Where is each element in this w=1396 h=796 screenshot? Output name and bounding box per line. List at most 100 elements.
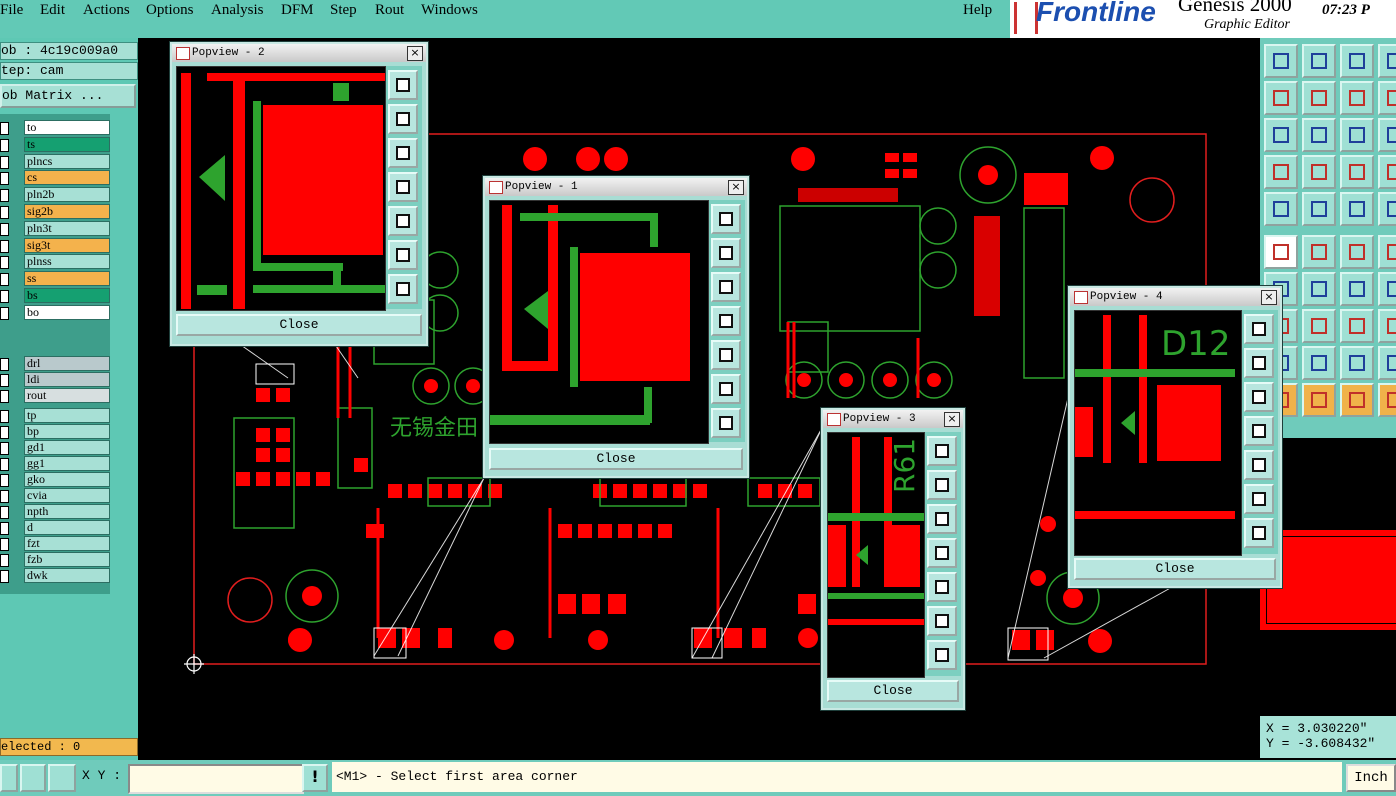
dimension-icon[interactable] [1340, 309, 1374, 343]
zoom-in-icon[interactable] [1244, 314, 1274, 344]
diagonal-icon[interactable] [1302, 272, 1336, 306]
layer-checkbox[interactable] [0, 554, 9, 567]
window-menu-icon[interactable] [827, 413, 841, 426]
layer-item-fzt[interactable]: fzt [24, 536, 110, 551]
pan-up-icon[interactable] [927, 470, 957, 500]
layer-checkbox[interactable] [0, 426, 9, 439]
pan-left-icon[interactable] [711, 306, 741, 336]
pointer-box-icon[interactable] [1378, 383, 1396, 417]
zoom-out-icon[interactable] [927, 606, 957, 636]
layer-checkbox[interactable] [0, 506, 9, 519]
menu-edit[interactable]: Edit [40, 2, 65, 19]
pan-right-icon[interactable] [388, 206, 418, 236]
pan-left-icon[interactable] [927, 538, 957, 568]
layer-item-dwk[interactable]: dwk [24, 568, 110, 583]
measure-tool-icon[interactable] [20, 764, 46, 792]
fit-view-icon[interactable] [711, 408, 741, 438]
layer-checkbox[interactable] [0, 474, 9, 487]
popview-close-button[interactable]: Close [489, 448, 743, 470]
ruler-icon[interactable] [1340, 192, 1374, 226]
layer-checkbox[interactable] [0, 490, 9, 503]
arch-icon[interactable] [1340, 346, 1374, 380]
layer-checkbox[interactable] [0, 390, 9, 403]
align-icon[interactable] [1378, 155, 1396, 189]
popview-canvas[interactable]: R61 [827, 432, 925, 678]
layer-item-drl[interactable]: drl [24, 356, 110, 371]
zoom-center-icon[interactable] [1302, 118, 1336, 152]
home-icon[interactable] [1340, 44, 1374, 78]
next-icon[interactable] [1378, 44, 1396, 78]
undo-icon[interactable] [1340, 81, 1374, 115]
layer-item-cs[interactable]: cs [24, 170, 110, 186]
window-menu-icon[interactable] [1074, 291, 1088, 304]
xy-input[interactable] [128, 764, 304, 794]
layer-item-plncs[interactable]: plncs [24, 153, 110, 169]
pan-down-icon[interactable] [1244, 382, 1274, 412]
layer-checkbox[interactable] [0, 442, 9, 455]
pointer-circle-icon[interactable] [1340, 383, 1374, 417]
layer-item-tp[interactable]: tp [24, 408, 110, 423]
layer-item-bs[interactable]: bs [24, 288, 110, 303]
units-button[interactable]: Inch [1346, 764, 1396, 792]
dash-icon[interactable] [1302, 309, 1336, 343]
menu-step[interactable]: Step [330, 2, 357, 19]
menu-rout[interactable]: Rout [375, 2, 404, 19]
zoom-in-icon[interactable] [927, 436, 957, 466]
zoom-out-icon[interactable] [1244, 484, 1274, 514]
layer-checkbox[interactable] [0, 410, 9, 423]
layer-item-bo[interactable]: bo [24, 304, 110, 320]
layer-item-rout[interactable]: rout [24, 388, 110, 403]
close-icon[interactable]: × [407, 46, 423, 61]
close-icon[interactable]: × [944, 412, 960, 427]
layer-item-d[interactable]: d [24, 520, 110, 535]
layer-checkbox[interactable] [0, 138, 9, 152]
pan-left-icon[interactable] [1244, 416, 1274, 446]
pan-left-icon[interactable] [388, 172, 418, 202]
layer-checkbox[interactable] [0, 189, 9, 203]
redo-icon[interactable] [1378, 81, 1396, 115]
zoom-in-icon[interactable] [388, 70, 418, 100]
menu-actions[interactable]: Actions [83, 2, 130, 19]
popview-window[interactable]: Popview - 2 × Close [170, 42, 428, 346]
popview-window[interactable]: Popview - 1 × Close [483, 176, 749, 478]
menu-help[interactable]: Help [963, 2, 992, 19]
layer-item-ss[interactable]: ss [24, 271, 110, 287]
menu-analysis[interactable]: Analysis [211, 2, 264, 19]
layer-checkbox[interactable] [0, 374, 9, 387]
rotate-icon[interactable] [1340, 272, 1374, 306]
close-icon[interactable]: × [728, 180, 744, 195]
window-menu-icon[interactable] [176, 47, 190, 60]
layer-checkbox[interactable] [0, 538, 9, 551]
popview-window[interactable]: Popview - 4 × D12 Close [1068, 286, 1282, 588]
popview-window[interactable]: Popview - 3 × R61 Close [821, 408, 965, 710]
layer-checkbox[interactable] [0, 206, 9, 219]
layer-item-ldi[interactable]: ldi [24, 372, 110, 387]
layer-checkbox[interactable] [0, 290, 9, 303]
layer-checkbox[interactable] [0, 273, 9, 287]
layer-checkbox[interactable] [0, 358, 9, 371]
menu-file[interactable]: File [0, 2, 23, 19]
triangle-alt-icon[interactable] [1302, 346, 1336, 380]
select-icon[interactable] [1264, 192, 1298, 226]
layer-item-plnss[interactable]: plnss [24, 254, 110, 270]
window-menu-icon[interactable] [489, 181, 503, 194]
layer-item-fzb[interactable]: fzb [24, 552, 110, 567]
layer-checkbox[interactable] [0, 570, 9, 583]
pan-right-icon[interactable] [711, 340, 741, 370]
fit-view-icon[interactable] [927, 640, 957, 670]
snap-icon[interactable] [1378, 118, 1396, 152]
cross-icon[interactable] [1302, 235, 1336, 269]
popview-titlebar[interactable]: Popview - 3 × [823, 410, 963, 428]
pan-down-icon[interactable] [388, 138, 418, 168]
layer-item-cvia[interactable]: cvia [24, 488, 110, 503]
link-icon[interactable] [1340, 235, 1374, 269]
warning-icon[interactable]: ! [302, 764, 328, 792]
zoom-out-icon[interactable] [388, 240, 418, 270]
text-icon[interactable] [1378, 192, 1396, 226]
fit-icon[interactable] [1264, 118, 1298, 152]
zoom-out-icon[interactable] [711, 374, 741, 404]
layer-checkbox[interactable] [0, 239, 9, 253]
layer-item-pln2b[interactable]: pln2b [24, 187, 110, 203]
pan-up-icon[interactable] [388, 104, 418, 134]
layer-item-gd1[interactable]: gd1 [24, 440, 110, 455]
